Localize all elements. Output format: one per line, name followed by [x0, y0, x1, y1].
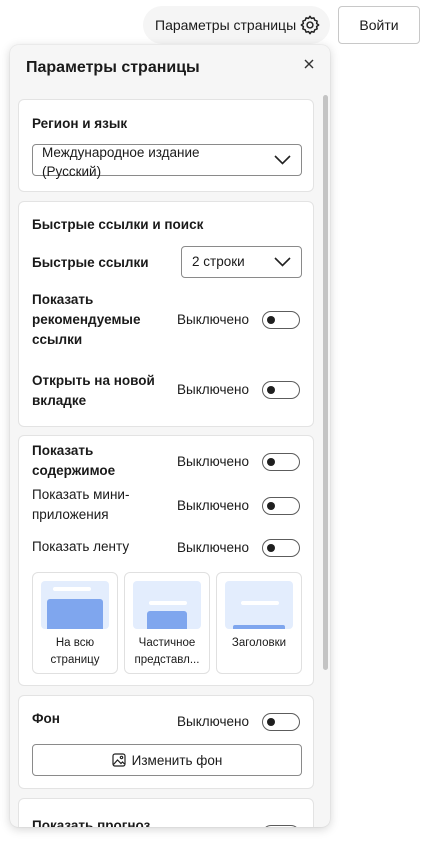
forecast-label: Показать прогноз: [32, 818, 151, 827]
page-settings-button[interactable]: Параметры страницы: [143, 6, 330, 44]
background-toggle[interactable]: [262, 713, 300, 731]
change-background-label: Изменить фон: [131, 752, 223, 768]
recommended-line2: рекомендуемые: [32, 312, 141, 327]
forecast-toggle[interactable]: [262, 825, 300, 827]
change-background-button[interactable]: Изменить фон: [32, 744, 302, 776]
show-content-line2: содержимое: [32, 463, 116, 478]
widgets-line1: Показать мини-: [32, 487, 130, 502]
chevron-down-icon: [274, 155, 291, 165]
forecast-card: Показать прогноз: [18, 798, 314, 827]
feed-partial-caption: Частичное представл...: [134, 637, 200, 666]
region-title: Регион и язык: [32, 116, 128, 131]
page-settings-label: Параметры страницы: [155, 17, 297, 33]
image-icon: [112, 753, 126, 767]
recommended-line3: ссылки: [32, 332, 83, 347]
feed-partial-thumbnail: [133, 581, 201, 629]
feed-option-headlines[interactable]: Заголовки: [216, 572, 302, 674]
chevron-down-icon: [274, 257, 291, 267]
quicklinks-card: Быстрые ссылки и поиск Быстрые ссылки 2 …: [18, 201, 314, 427]
new-tab-state: Выключено: [177, 382, 249, 397]
quick-links-value: 2 строки: [192, 254, 245, 269]
recommended-links-label: Показать рекомендуемые ссылки: [32, 290, 140, 350]
gear-icon: [300, 15, 320, 35]
show-content-label: Показать содержимое: [32, 441, 115, 481]
feed-option-partial[interactable]: Частичное представл...: [124, 572, 210, 674]
region-select[interactable]: Международное издание (Русский): [32, 144, 302, 179]
new-tab-toggle[interactable]: [262, 381, 300, 399]
region-card: Регион и язык Международное издание (Рус…: [18, 99, 314, 192]
signin-button[interactable]: Войти: [338, 6, 420, 44]
close-icon[interactable]: [300, 55, 318, 73]
quick-links-label: Быстрые ссылки: [32, 255, 149, 270]
background-card: Фон Выключено Изменить фон: [18, 695, 314, 789]
panel-scrollbar[interactable]: [323, 95, 328, 670]
background-title: Фон: [32, 711, 60, 726]
widgets-state: Выключено: [177, 498, 249, 513]
feed-state: Выключено: [177, 540, 249, 555]
panel-scroll-area[interactable]: Регион и язык Международное издание (Рус…: [10, 89, 330, 827]
show-content-toggle[interactable]: [262, 453, 300, 471]
feed-option-full[interactable]: На всю страницу: [32, 572, 118, 674]
recommended-state: Выключено: [177, 312, 249, 327]
show-content-line1: Показать: [32, 443, 94, 458]
region-select-line2: (Русский): [42, 164, 102, 179]
page-settings-panel: Параметры страницы Регион и язык Междуна…: [10, 45, 330, 827]
widgets-line2: приложения: [32, 507, 109, 522]
new-tab-line1: Открыть на новой: [32, 373, 155, 388]
feed-headlines-thumbnail: [225, 581, 293, 629]
feed-label: Показать ленту: [32, 539, 130, 554]
show-content-state: Выключено: [177, 454, 249, 469]
feed-full-thumbnail: [41, 581, 109, 629]
feed-headlines-caption: Заголовки: [231, 637, 287, 649]
background-state: Выключено: [177, 714, 249, 729]
quick-links-select[interactable]: 2 строки: [181, 246, 302, 278]
quicklinks-title: Быстрые ссылки и поиск: [32, 217, 204, 232]
widgets-label: Показать мини- приложения: [32, 485, 129, 525]
feed-full-caption: На всю страницу: [50, 637, 100, 666]
new-tab-label: Открыть на новой вкладке: [32, 371, 155, 411]
recommended-line1: Показать: [32, 292, 94, 307]
feed-toggle[interactable]: [262, 539, 300, 557]
recommended-links-toggle[interactable]: [262, 311, 300, 329]
content-card: Показать содержимое Выключено Показать м…: [18, 435, 314, 686]
widgets-toggle[interactable]: [262, 497, 300, 515]
region-select-line1: Международное издание: [42, 145, 200, 160]
panel-title: Параметры страницы: [26, 59, 200, 76]
new-tab-line2: вкладке: [32, 393, 87, 408]
